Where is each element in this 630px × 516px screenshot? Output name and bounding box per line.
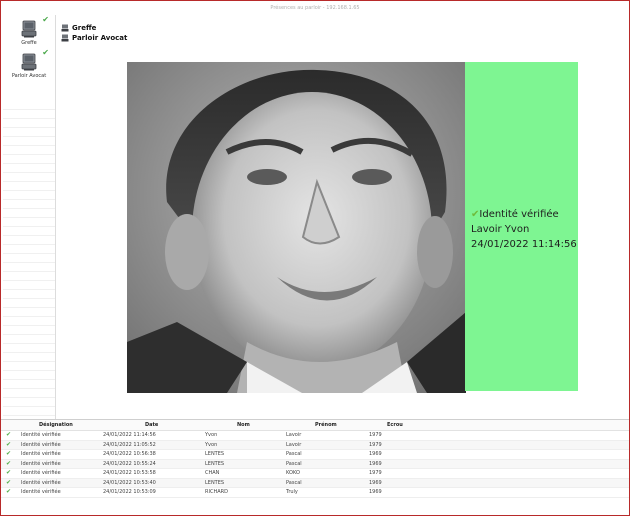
cell-date: 24/01/2022 10:55:24	[103, 460, 156, 467]
cell-nom: CHAN	[205, 470, 220, 476]
checkmark-icon: ✔	[6, 440, 12, 448]
cell-date: 24/01/2022 10:53:09	[103, 489, 156, 495]
cell-designation: Identité vérifiée	[21, 489, 61, 495]
cell-designation: Identité vérifiée	[21, 432, 61, 438]
column-header-designation[interactable]: Désignation	[39, 420, 73, 430]
checkmark-icon: ✔	[6, 488, 12, 495]
table-row[interactable]: ✔ Identité vérifiée 24/01/2022 10:53:40 …	[1, 478, 629, 488]
cell-designation: Identité vérifiée	[21, 441, 61, 448]
computer-icon: ✔	[19, 48, 49, 72]
table-body: ✔ Identité vérifiée 24/01/2022 11:14:56 …	[1, 431, 629, 498]
checkmark-icon: ✔	[6, 450, 12, 457]
cell-date: 24/01/2022 10:53:58	[103, 470, 156, 476]
cell-designation: Identité vérifiée	[21, 460, 61, 467]
cell-nom: LENTES	[205, 460, 225, 467]
cell-date: 24/01/2022 11:14:56	[103, 432, 156, 438]
tree-item-greffe[interactable]: Greffe	[61, 23, 127, 33]
column-header-nom[interactable]: Nom	[237, 420, 250, 430]
verification-status: ✔Identité vérifiée Lavoir Yvon 24/01/202…	[471, 207, 577, 252]
cell-prenom: Lavoir	[286, 432, 302, 438]
table-row[interactable]: ✔ Identité vérifiée 24/01/2022 10:56:38 …	[1, 450, 629, 460]
sidebar-list-background	[3, 101, 55, 419]
cell-nom: RICHARD	[205, 489, 228, 495]
checkmark-icon: ✔	[6, 478, 12, 486]
sidebar-item-label: Parloir Avocat	[11, 73, 47, 79]
cell-prenom: Pascal	[286, 460, 302, 467]
sidebar: ✔ Greffe ✔ Parloir Avocat	[3, 15, 56, 419]
cell-ecrou: 1969	[369, 451, 382, 457]
status-person-name: Lavoir Yvon	[471, 224, 530, 235]
verification-status-panel: ✔Identité vérifiée Lavoir Yvon 24/01/202…	[465, 62, 578, 391]
cell-nom: Yvon	[205, 432, 218, 438]
table-row[interactable]: ✔ Identité vérifiée 24/01/2022 11:14:56 …	[1, 431, 629, 441]
computer-icon	[61, 34, 69, 42]
tree-item-parloir-avocat[interactable]: Parloir Avocat	[61, 33, 127, 43]
table-row[interactable]: ✔ Identité vérifiée 24/01/2022 10:53:09 …	[1, 488, 629, 498]
window-title: Présences au parloir - 192.168.1.65	[270, 5, 360, 11]
sidebar-item-label: Greffe	[21, 40, 37, 46]
cell-date: 24/01/2022 10:56:38	[103, 451, 156, 457]
table-header: Désignation Date Nom Prénom Ecrou	[1, 420, 629, 431]
table-row[interactable]: ✔ Identité vérifiée 24/01/2022 11:05:52 …	[1, 440, 629, 450]
cell-prenom: Pascal	[286, 479, 302, 486]
cell-nom: Yvon	[205, 441, 218, 448]
column-header-ecrou[interactable]: Ecrou	[387, 420, 403, 430]
main-window: Présences au parloir - 192.168.1.65 ✔ Gr…	[0, 0, 630, 516]
sidebar-item-greffe[interactable]: ✔ Greffe	[3, 15, 55, 46]
cell-designation: Identité vérifiée	[21, 479, 61, 486]
status-title: Identité vérifiée	[479, 209, 559, 220]
cell-prenom: KOKO	[286, 470, 300, 476]
cell-ecrou: 1979	[369, 432, 382, 438]
terminal-tree: Greffe Parloir Avocat	[61, 23, 127, 43]
cell-prenom: Truly	[286, 489, 298, 495]
computer-icon: ✔	[19, 15, 49, 39]
cell-designation: Identité vérifiée	[21, 470, 61, 476]
checkmark-icon: ✔	[6, 469, 12, 476]
cell-ecrou: 1979	[369, 470, 382, 476]
checkmark-icon: ✔	[6, 459, 12, 467]
cell-ecrou: 1969	[369, 479, 382, 486]
cell-date: 24/01/2022 10:53:40	[103, 479, 156, 486]
table-row[interactable]: ✔ Identité vérifiée 24/01/2022 10:53:58 …	[1, 469, 629, 479]
sidebar-item-parloir-avocat[interactable]: ✔ Parloir Avocat	[3, 48, 55, 79]
identity-photo	[127, 62, 466, 393]
status-datetime: 24/01/2022 11:14:56	[471, 239, 577, 250]
checkmark-icon: ✔	[6, 431, 12, 438]
column-header-date[interactable]: Date	[145, 420, 158, 430]
cell-nom: LENTES	[205, 451, 225, 457]
table-row[interactable]: ✔ Identité vérifiée 24/01/2022 10:55:24 …	[1, 459, 629, 469]
cell-ecrou: 1979	[369, 441, 382, 448]
cell-date: 24/01/2022 11:05:52	[103, 441, 156, 448]
computer-icon	[61, 24, 69, 32]
history-table: Désignation Date Nom Prénom Ecrou ✔ Iden…	[1, 419, 629, 504]
cell-ecrou: 1969	[369, 489, 382, 495]
checkmark-icon: ✔	[42, 15, 49, 24]
checkmark-icon: ✔	[42, 48, 49, 57]
cell-ecrou: 1969	[369, 460, 382, 467]
cell-prenom: Pascal	[286, 451, 302, 457]
cell-prenom: Lavoir	[286, 441, 302, 448]
cell-nom: LENTES	[205, 479, 225, 486]
tree-item-label: Greffe	[72, 24, 97, 32]
tree-item-label: Parloir Avocat	[72, 34, 128, 42]
cell-designation: Identité vérifiée	[21, 451, 61, 457]
column-header-prenom[interactable]: Prénom	[315, 420, 337, 430]
